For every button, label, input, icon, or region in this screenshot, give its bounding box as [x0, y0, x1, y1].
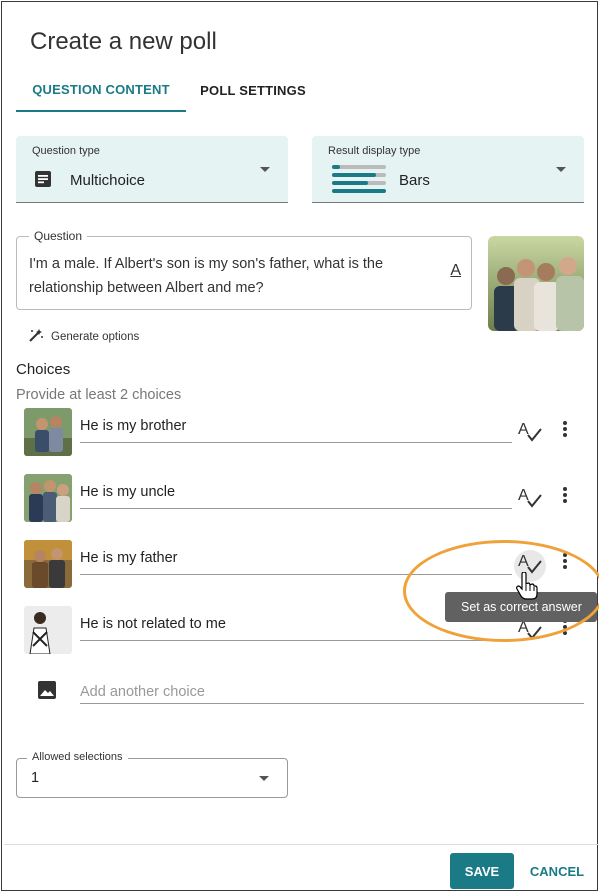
dialog-title: Create a new poll: [30, 28, 217, 55]
save-button[interactable]: SAVE: [450, 853, 514, 889]
bars-chart-icon: [332, 164, 386, 199]
choice-image[interactable]: [24, 540, 72, 588]
chevron-down-icon: [556, 167, 566, 172]
allowed-selections-label: Allowed selections: [27, 751, 128, 763]
add-choice-input[interactable]: Add another choice: [80, 684, 584, 704]
question-image[interactable]: [488, 236, 584, 331]
choice-input[interactable]: He is my father: [80, 550, 512, 575]
more-vert-icon[interactable]: [560, 552, 570, 572]
choice-image[interactable]: [24, 606, 72, 654]
choice-input[interactable]: He is my uncle: [80, 484, 512, 509]
document-list-icon: [34, 170, 52, 193]
svg-text:A: A: [518, 421, 529, 438]
choice-row: He is my uncle A: [24, 474, 584, 522]
question-type-select[interactable]: Question type Multichoice: [16, 136, 288, 203]
question-label: Question: [29, 229, 88, 243]
allowed-selections-value: 1: [31, 770, 40, 786]
choice-row: He is my father A: [24, 540, 584, 588]
question-type-label: Question type: [32, 145, 100, 157]
question-type-value: Multichoice: [70, 172, 146, 189]
svg-text:A: A: [518, 553, 529, 570]
tab-poll-settings[interactable]: POLL SETTINGS: [194, 68, 312, 112]
spellcheck-icon[interactable]: A: [518, 618, 542, 645]
tab-question-content[interactable]: QUESTION CONTENT: [16, 68, 186, 112]
chevron-down-icon: [260, 167, 270, 172]
poll-dialog: Create a new poll QUESTION CONTENT POLL …: [1, 1, 599, 891]
choice-image[interactable]: [24, 474, 72, 522]
generate-options-label: Generate options: [51, 330, 140, 343]
cancel-button[interactable]: CANCEL: [526, 853, 588, 889]
text-format-icon[interactable]: A: [450, 262, 461, 280]
magic-wand-icon: [28, 328, 44, 345]
more-vert-icon[interactable]: [560, 486, 570, 506]
svg-text:A: A: [518, 487, 529, 504]
tab-bar: QUESTION CONTENT POLL SETTINGS: [16, 68, 586, 112]
question-field[interactable]: Question I'm a male. If Albert's son is …: [16, 229, 472, 310]
choice-image[interactable]: [24, 408, 72, 456]
choices-heading: Choices: [16, 361, 71, 378]
generate-options-button[interactable]: Generate options: [28, 328, 139, 345]
result-display-label: Result display type: [328, 145, 421, 157]
spellcheck-icon[interactable]: A: [518, 486, 542, 513]
choice-row: He is my brother A: [24, 408, 584, 456]
choices-subtitle: Provide at least 2 choices: [16, 387, 182, 403]
more-vert-icon[interactable]: [560, 420, 570, 440]
spellcheck-icon[interactable]: A: [518, 420, 542, 447]
footer-divider: [4, 844, 599, 845]
chevron-down-icon: [259, 776, 269, 781]
result-display-select[interactable]: Result display type Bars: [312, 136, 584, 203]
add-choice-row: Add another choice: [24, 676, 584, 706]
allowed-selections-select[interactable]: Allowed selections 1: [16, 751, 288, 798]
question-text[interactable]: I'm a male. If Albert's son is my son's …: [29, 252, 429, 300]
pointer-cursor-icon: [516, 571, 538, 605]
image-icon[interactable]: [38, 681, 56, 704]
choice-input[interactable]: He is my brother: [80, 418, 512, 443]
result-display-value: Bars: [399, 172, 430, 189]
